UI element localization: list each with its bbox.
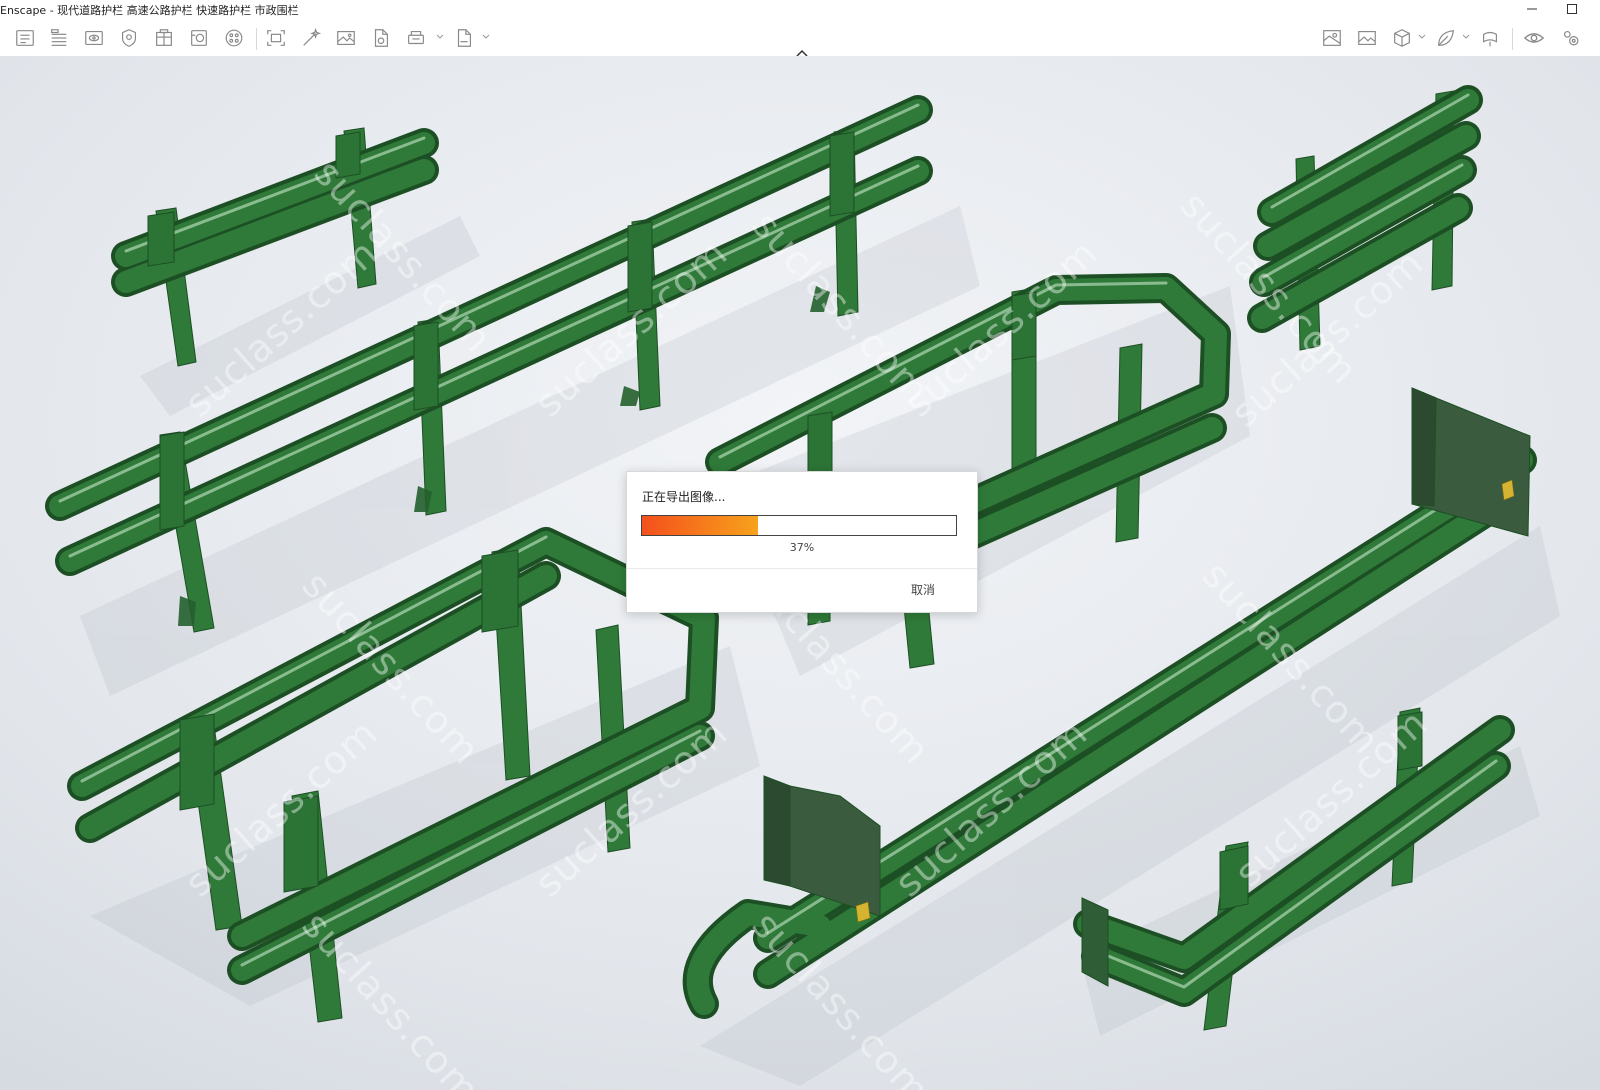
eye-icon[interactable] bbox=[1520, 24, 1548, 52]
cancel-button[interactable]: 取消 bbox=[911, 581, 935, 598]
chevron-down-icon[interactable] bbox=[1418, 32, 1426, 42]
asset-library-icon[interactable] bbox=[11, 24, 39, 52]
settings-icon[interactable] bbox=[1557, 24, 1585, 52]
minimize-icon[interactable] bbox=[1516, 0, 1548, 18]
site-context-icon[interactable] bbox=[115, 24, 143, 52]
export-progress-dialog: 正在导出图像... 37% 取消 bbox=[626, 471, 978, 613]
maximize-icon[interactable] bbox=[1556, 0, 1588, 18]
chevron-down-icon[interactable] bbox=[482, 32, 490, 42]
progress-bar-fill bbox=[642, 516, 759, 535]
batch-render-icon[interactable] bbox=[297, 24, 325, 52]
chevron-down-icon[interactable] bbox=[1462, 32, 1470, 42]
export-package-icon[interactable] bbox=[402, 24, 430, 52]
views-icon[interactable] bbox=[1318, 24, 1346, 52]
toolbar-separator bbox=[1512, 28, 1513, 50]
render-image-icon[interactable] bbox=[332, 24, 360, 52]
export-file-icon[interactable] bbox=[367, 24, 395, 52]
title-bar: Enscape - 现代道路护栏 高速公路护栏 快速路护栏 市政围栏 bbox=[0, 0, 1600, 18]
dialog-divider bbox=[627, 568, 977, 569]
bim-icon[interactable] bbox=[45, 24, 73, 52]
view-management-icon[interactable] bbox=[80, 24, 108, 52]
toolbar-separator bbox=[256, 28, 257, 50]
window-title: Enscape - 现代道路护栏 高速公路护栏 快速路护栏 市政围栏 bbox=[0, 4, 299, 17]
chevron-down-icon[interactable] bbox=[436, 32, 444, 42]
progress-bar bbox=[641, 515, 957, 536]
dialog-message: 正在导出图像... bbox=[642, 490, 726, 504]
progress-percent: 37% bbox=[789, 541, 815, 554]
material-icon[interactable] bbox=[185, 24, 213, 52]
color-palette-icon[interactable] bbox=[220, 24, 248, 52]
cube-icon[interactable] bbox=[1388, 24, 1416, 52]
gallery-icon[interactable] bbox=[1353, 24, 1381, 52]
leaf-icon[interactable] bbox=[1432, 24, 1460, 52]
panorama-icon[interactable] bbox=[1476, 24, 1504, 52]
screenshot-icon[interactable] bbox=[262, 24, 290, 52]
export-exe-icon[interactable] bbox=[450, 24, 478, 52]
chevron-up-icon[interactable] bbox=[794, 44, 810, 57]
building-icon[interactable] bbox=[150, 24, 178, 52]
